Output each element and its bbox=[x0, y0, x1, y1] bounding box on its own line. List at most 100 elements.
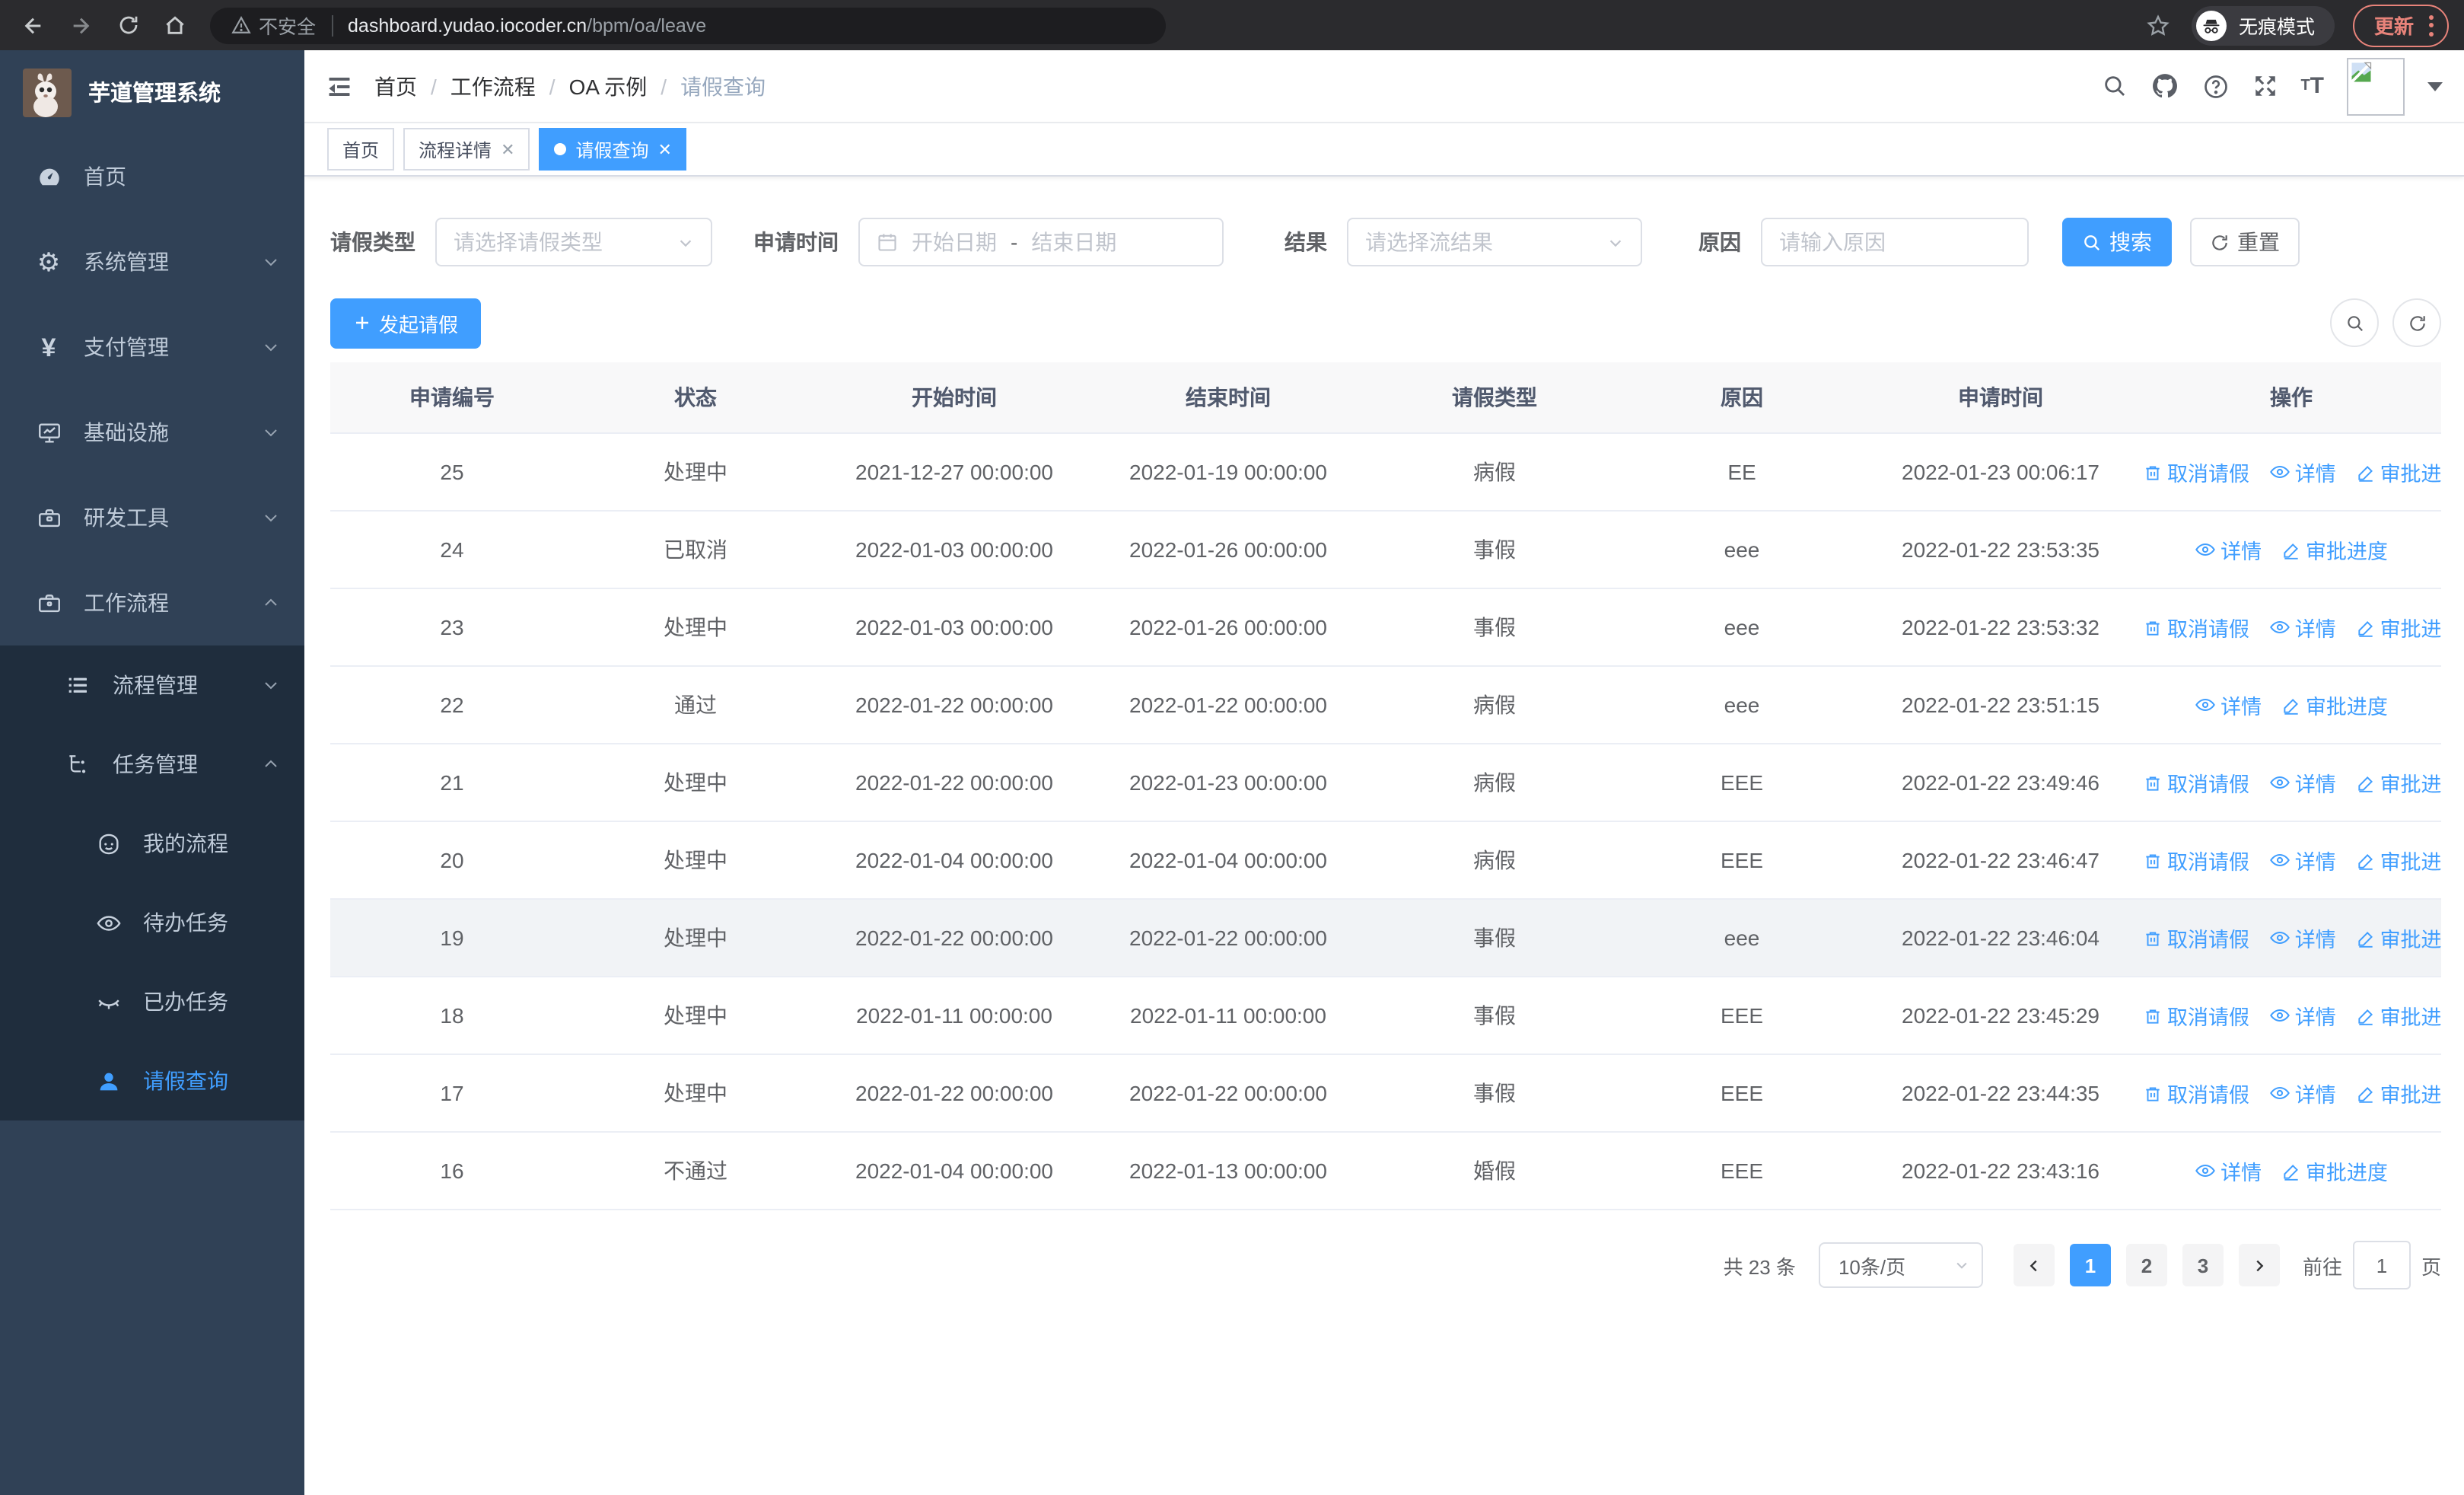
cancel-leave-label: 取消请假 bbox=[2167, 773, 2249, 797]
cell-start-time: 2022-01-03 00:00:00 bbox=[817, 511, 1091, 589]
reason-input[interactable]: 请输入原因 bbox=[1761, 218, 2029, 266]
start-date-placeholder: 开始日期 bbox=[912, 230, 997, 254]
approval-progress-link[interactable]: 审批进度 bbox=[2281, 690, 2388, 721]
goto-page-input[interactable] bbox=[2352, 1241, 2411, 1289]
apply-time-range-picker[interactable]: 开始日期 - 结束日期 bbox=[858, 218, 1224, 266]
cell-start-time: 2022-01-22 00:00:00 bbox=[817, 744, 1091, 822]
cancel-leave-label: 取消请假 bbox=[2167, 463, 2249, 486]
page-button-3[interactable]: 3 bbox=[2182, 1244, 2224, 1286]
create-leave-button[interactable]: 发起请假 bbox=[330, 298, 481, 348]
table-row: 25 处理中 2021-12-27 00:00:00 2022-01-19 00… bbox=[330, 433, 2441, 512]
approval-progress-link[interactable]: 审批进度 bbox=[2356, 457, 2441, 488]
page-size-select[interactable]: 10条/页 bbox=[1818, 1242, 1983, 1288]
leave-type-select[interactable]: 请选择请假类型 bbox=[435, 218, 712, 266]
font-size-icon[interactable]: TT bbox=[2300, 75, 2324, 97]
breadcrumb-workflow[interactable]: 工作流程 bbox=[450, 71, 536, 101]
approval-progress-link[interactable]: 审批进度 bbox=[2281, 1156, 2388, 1187]
view-icon bbox=[2269, 853, 2290, 866]
cancel-leave-link[interactable]: 取消请假 bbox=[2143, 457, 2249, 488]
breadcrumb-oa-example[interactable]: OA 示例 bbox=[569, 71, 648, 101]
detail-link[interactable]: 详情 bbox=[2195, 690, 2262, 720]
help-icon[interactable] bbox=[2201, 72, 2229, 100]
search-icon[interactable] bbox=[2101, 73, 2127, 99]
next-page-button[interactable] bbox=[2238, 1244, 2280, 1286]
sidebar-collapse-icon[interactable] bbox=[326, 72, 353, 100]
sidebar-item-infrastructure[interactable]: 基础设施 bbox=[0, 390, 304, 475]
prev-page-button[interactable] bbox=[2013, 1244, 2055, 1286]
sidebar-item-label: 支付管理 bbox=[84, 335, 169, 359]
forward-icon[interactable] bbox=[62, 7, 99, 43]
reset-button[interactable]: 重置 bbox=[2190, 218, 2300, 266]
detail-link[interactable]: 详情 bbox=[2269, 1078, 2336, 1108]
approval-progress-label: 审批进度 bbox=[2380, 618, 2441, 642]
pen-icon bbox=[2357, 931, 2373, 948]
back-icon[interactable] bbox=[15, 7, 52, 43]
sidebar-item-process-management[interactable]: 流程管理 bbox=[0, 645, 304, 725]
tab-process-detail[interactable]: 流程详情 ✕ bbox=[403, 128, 530, 171]
approval-progress-link[interactable]: 审批进度 bbox=[2356, 768, 2441, 799]
browser-toolbar: 不安全 dashboard.yudao.iocoder.cn/bpm/oa/le… bbox=[0, 0, 2464, 50]
cell-start-time: 2022-01-11 00:00:00 bbox=[817, 977, 1091, 1055]
detail-link[interactable]: 详情 bbox=[2195, 534, 2262, 565]
approval-progress-link[interactable]: 审批进度 bbox=[2356, 613, 2441, 643]
detail-link[interactable]: 详情 bbox=[2269, 612, 2336, 642]
page-button-2[interactable]: 2 bbox=[2125, 1244, 2167, 1286]
warning-icon bbox=[231, 16, 251, 33]
cancel-leave-link[interactable]: 取消请假 bbox=[2143, 768, 2249, 799]
show-search-toggle-button[interactable] bbox=[2330, 298, 2379, 347]
cell-apply-time: 2022-01-22 23:53:35 bbox=[1860, 511, 2141, 589]
sidebar-item-my-processes[interactable]: 我的流程 bbox=[0, 804, 304, 883]
close-icon[interactable]: ✕ bbox=[658, 139, 672, 159]
not-secure-warning[interactable]: 不安全 bbox=[231, 11, 316, 40]
browser-menu-icon[interactable] bbox=[2429, 14, 2434, 36]
approval-progress-link[interactable]: 审批进度 bbox=[2356, 923, 2441, 954]
detail-link[interactable]: 详情 bbox=[2269, 923, 2336, 953]
detail-link[interactable]: 详情 bbox=[2195, 1156, 2262, 1186]
search-button[interactable]: 搜索 bbox=[2062, 218, 2172, 266]
address-bar[interactable]: 不安全 dashboard.yudao.iocoder.cn/bpm/oa/le… bbox=[210, 7, 1166, 43]
approval-progress-link[interactable]: 审批进度 bbox=[2281, 535, 2388, 566]
sidebar-item-home[interactable]: 首页 bbox=[0, 134, 304, 219]
avatar-dropdown-caret[interactable] bbox=[2427, 81, 2443, 91]
filter-form: 请假类型 请选择请假类型 申请时间 开始日期 - 结束日期 结果 请选择流结果 … bbox=[330, 218, 2441, 266]
sidebar-item-system[interactable]: ⚙ 系统管理 bbox=[0, 219, 304, 304]
approval-progress-link[interactable]: 审批进度 bbox=[2356, 1001, 2441, 1031]
cell-reason: EEE bbox=[1624, 821, 1860, 900]
detail-link[interactable]: 详情 bbox=[2269, 845, 2336, 875]
sidebar-item-task-management[interactable]: 任务管理 bbox=[0, 725, 304, 804]
sidebar-item-payment[interactable]: ¥ 支付管理 bbox=[0, 304, 304, 390]
cancel-leave-label: 取消请假 bbox=[2167, 1084, 2249, 1108]
cancel-leave-link[interactable]: 取消请假 bbox=[2143, 923, 2249, 954]
detail-link[interactable]: 详情 bbox=[2269, 767, 2336, 798]
detail-link[interactable]: 详情 bbox=[2269, 1000, 2336, 1031]
sidebar-logo[interactable]: 芋道管理系统 bbox=[0, 50, 304, 134]
sidebar-item-todo-tasks[interactable]: 待办任务 bbox=[0, 883, 304, 962]
result-select[interactable]: 请选择流结果 bbox=[1347, 218, 1642, 266]
browser-update-button[interactable]: 更新 bbox=[2352, 4, 2449, 46]
reload-icon[interactable] bbox=[110, 7, 146, 43]
cancel-leave-link[interactable]: 取消请假 bbox=[2143, 613, 2249, 643]
github-icon[interactable] bbox=[2150, 72, 2179, 100]
avatar[interactable] bbox=[2347, 57, 2405, 115]
pen-icon bbox=[2357, 620, 2373, 637]
close-icon[interactable]: ✕ bbox=[501, 139, 514, 159]
tab-home[interactable]: 首页 bbox=[327, 128, 395, 171]
goto-suffix: 页 bbox=[2421, 1255, 2441, 1278]
approval-progress-link[interactable]: 审批进度 bbox=[2356, 846, 2441, 876]
fullscreen-icon[interactable] bbox=[2252, 73, 2278, 99]
detail-link[interactable]: 详情 bbox=[2269, 457, 2336, 487]
sidebar-item-leave-query[interactable]: 请假查询 bbox=[0, 1041, 304, 1120]
breadcrumb-home[interactable]: 首页 bbox=[374, 71, 417, 101]
sidebar-item-devtools[interactable]: 研发工具 bbox=[0, 475, 304, 560]
cancel-leave-link[interactable]: 取消请假 bbox=[2143, 1079, 2249, 1109]
bookmark-star-icon[interactable] bbox=[2146, 13, 2170, 37]
sidebar-item-workflow[interactable]: 工作流程 bbox=[0, 560, 304, 645]
home-icon[interactable] bbox=[157, 7, 193, 43]
cancel-leave-link[interactable]: 取消请假 bbox=[2143, 846, 2249, 876]
refresh-table-button[interactable] bbox=[2392, 298, 2441, 347]
cancel-leave-link[interactable]: 取消请假 bbox=[2143, 1001, 2249, 1031]
approval-progress-link[interactable]: 审批进度 bbox=[2356, 1079, 2441, 1109]
page-button-1[interactable]: 1 bbox=[2069, 1244, 2111, 1286]
tab-leave-query[interactable]: 请假查询 ✕ bbox=[539, 128, 687, 171]
sidebar-item-done-tasks[interactable]: 已办任务 bbox=[0, 962, 304, 1041]
